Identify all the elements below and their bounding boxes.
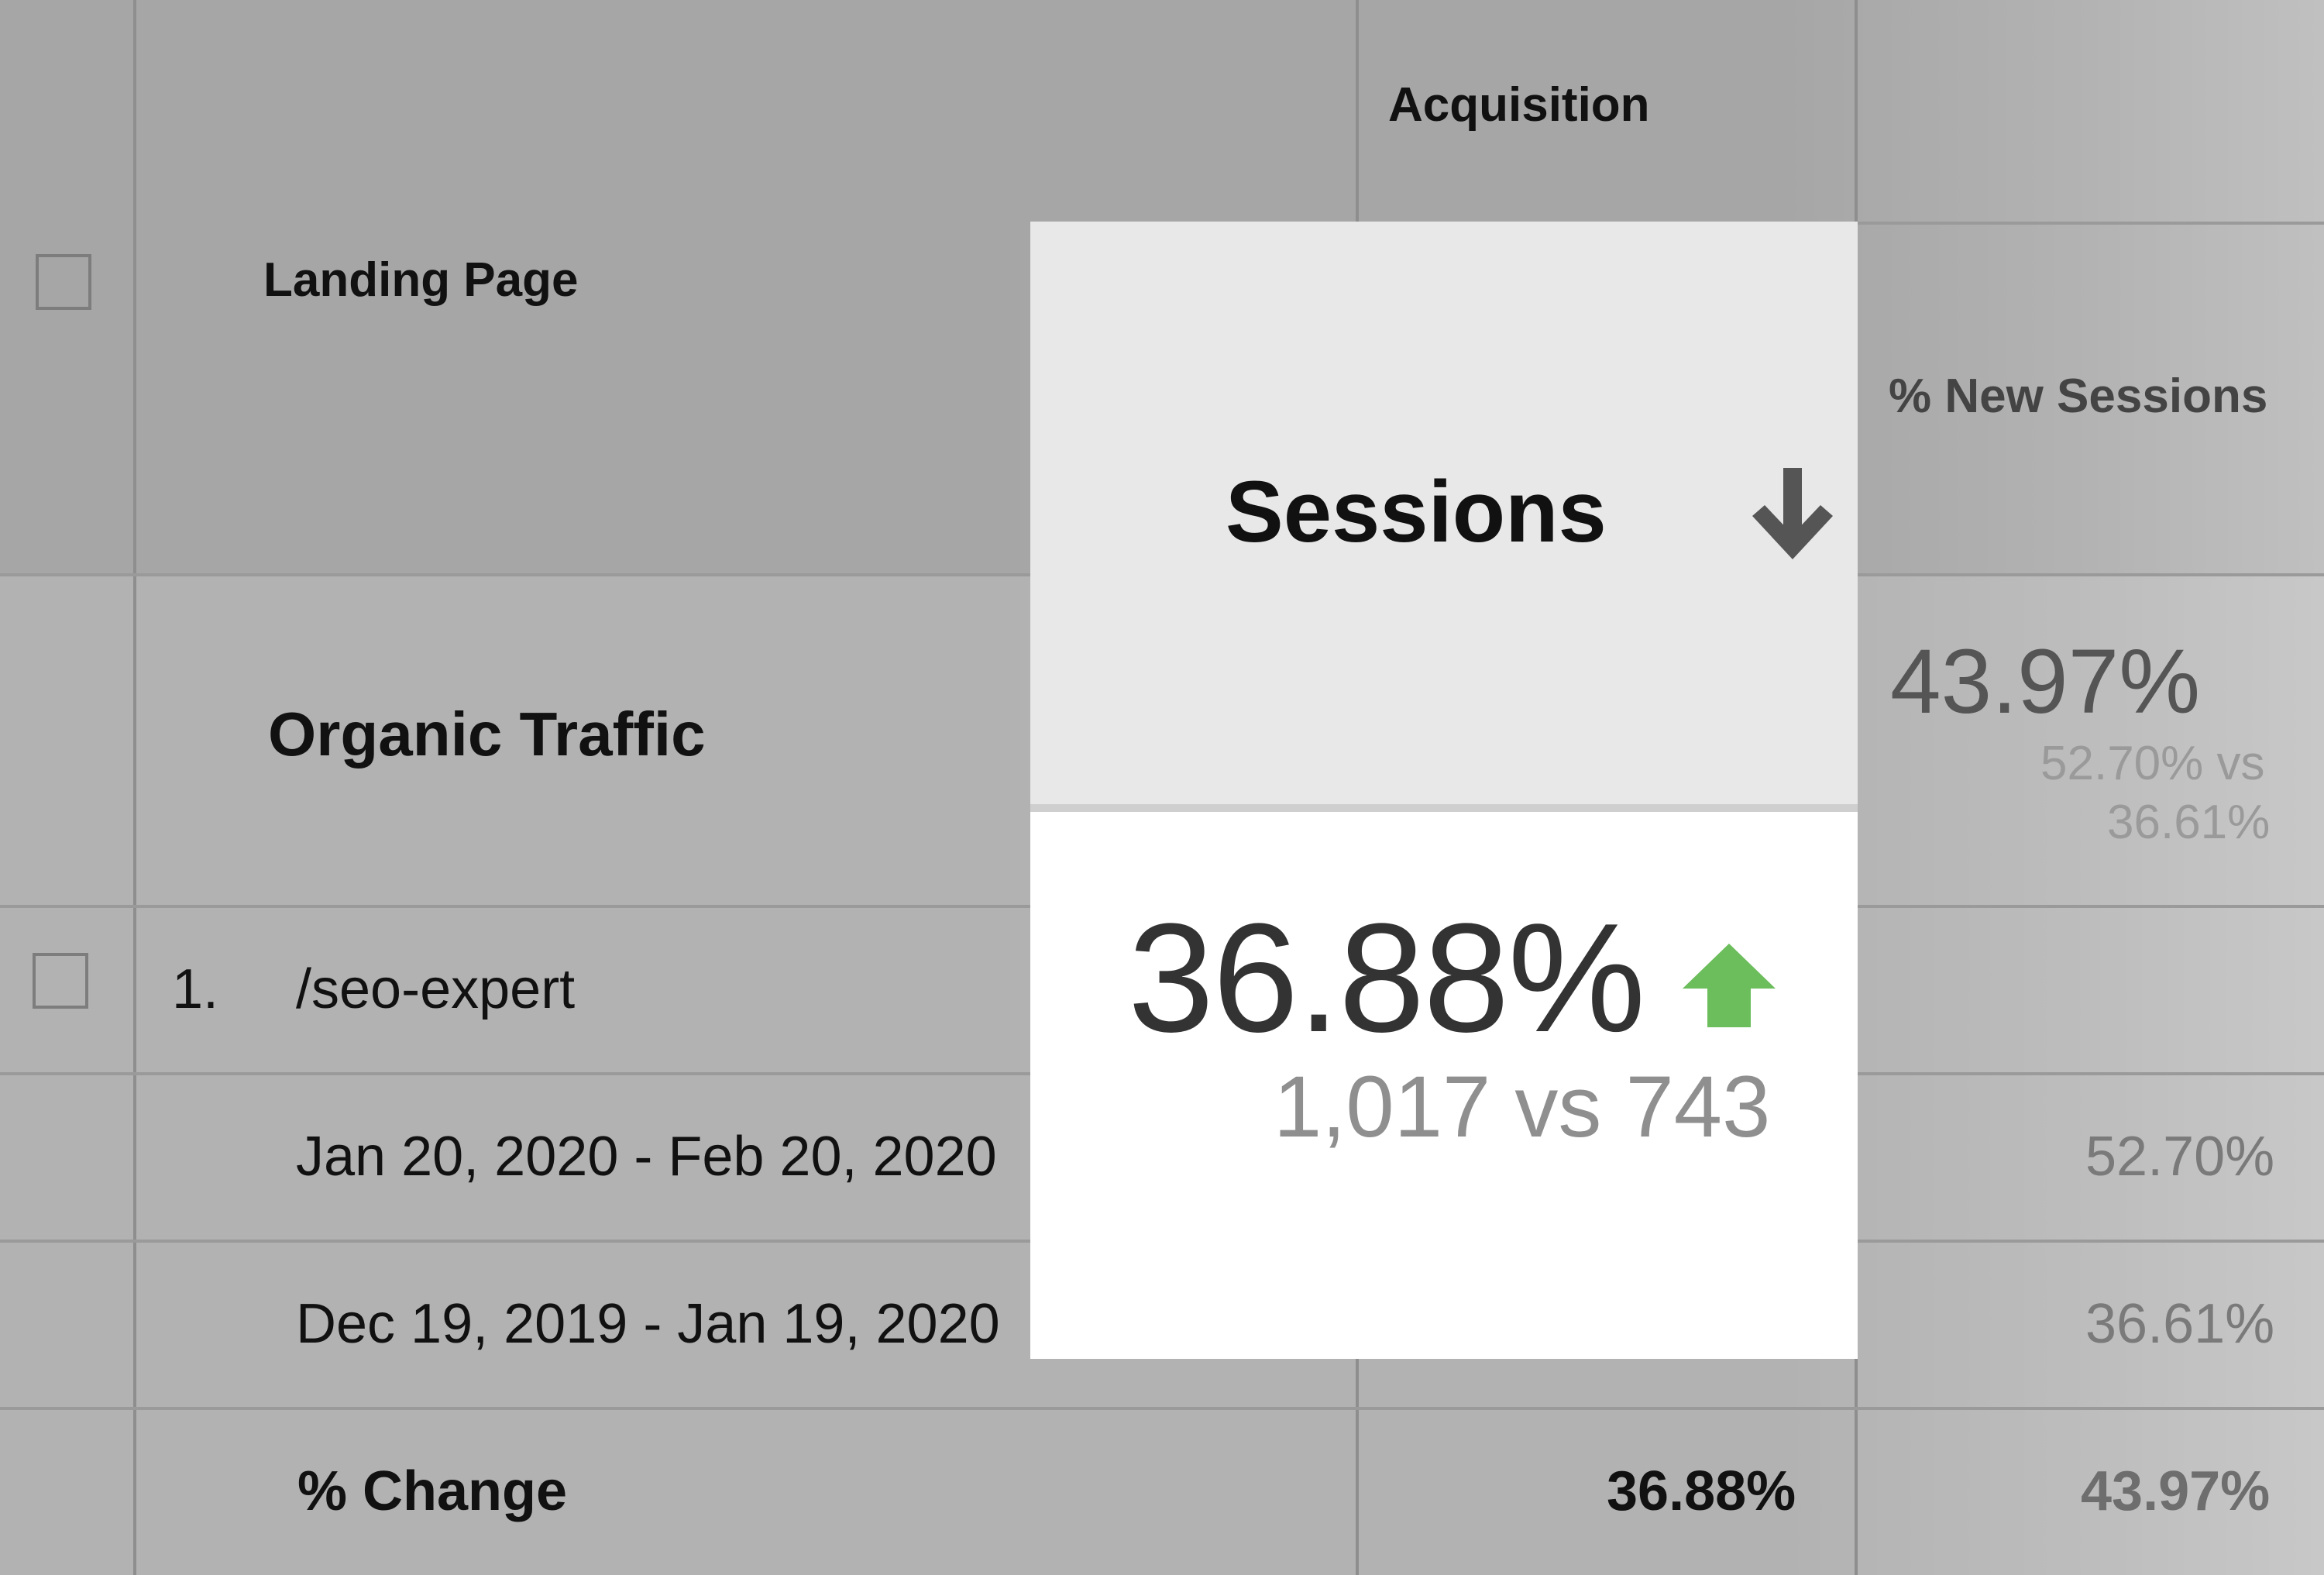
tooltip-separator xyxy=(1030,804,1858,812)
row-divider xyxy=(0,1407,2324,1410)
sessions-tooltip: Sessions 36.88% 1,017 vs 743 xyxy=(1030,222,1858,1359)
landing-page-link[interactable]: /seo-expert xyxy=(296,958,575,1021)
tooltip-body: 36.88% 1,017 vs 743 xyxy=(1030,812,1858,1359)
segment-new-sessions-compare: 52.70% vs xyxy=(2040,737,2265,790)
segment-new-sessions-value: 43.97% xyxy=(1890,631,2201,733)
select-all-checkbox[interactable] xyxy=(36,254,91,310)
new-sessions-header[interactable]: % New Sessions xyxy=(1889,369,2267,424)
period-new-sessions: 52.70% xyxy=(2085,1126,2275,1188)
change-label: % Change xyxy=(297,1460,568,1522)
period-new-sessions: 36.61% xyxy=(2085,1293,2275,1355)
change-sessions-value: 36.88% xyxy=(1607,1460,1796,1522)
sessions-change-value: 36.88% xyxy=(1128,892,1645,1064)
sessions-comparison: 1,017 vs 743 xyxy=(1274,1058,1771,1155)
column-divider xyxy=(133,0,136,1575)
period-label: Jan 20, 2020 - Feb 20, 2020 xyxy=(296,1126,997,1188)
landing-page-header[interactable]: Landing Page xyxy=(263,253,578,308)
segment-new-sessions-compare: 36.61% xyxy=(2107,796,2271,849)
sessions-header-label: Sessions xyxy=(1226,463,1607,560)
row-checkbox[interactable] xyxy=(33,953,88,1009)
segment-name: Organic Traffic xyxy=(268,700,706,769)
period-label: Dec 19, 2019 - Jan 19, 2020 xyxy=(296,1293,1000,1355)
row-index: 1. xyxy=(172,958,219,1020)
change-new-sessions-value: 43.97% xyxy=(2081,1460,2271,1522)
arrow-down-icon[interactable] xyxy=(1749,468,1836,567)
sessions-column-header[interactable]: Sessions xyxy=(1030,222,1858,804)
acquisition-group-header: Acquisition xyxy=(1388,78,1650,132)
arrow-up-icon xyxy=(1683,944,1776,1027)
